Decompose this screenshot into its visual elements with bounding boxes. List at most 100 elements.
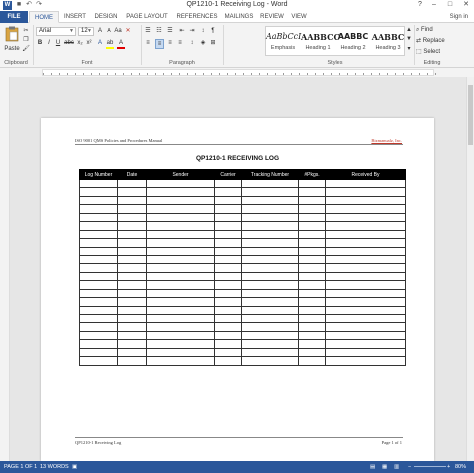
- table-cell[interactable]: [117, 305, 147, 316]
- table-cell[interactable]: [325, 204, 406, 214]
- italic-icon[interactable]: I: [45, 39, 53, 47]
- table-cell[interactable]: [298, 305, 326, 316]
- table-cell[interactable]: [79, 178, 118, 189]
- table-cell[interactable]: [117, 263, 147, 273]
- style-heading-1[interactable]: AABBCC Heading 1: [301, 27, 340, 55]
- table-cell[interactable]: [117, 347, 147, 358]
- table-cell[interactable]: [146, 187, 215, 197]
- table-cell[interactable]: [241, 313, 299, 324]
- table-cell[interactable]: [298, 195, 326, 206]
- table-cell[interactable]: [117, 221, 147, 231]
- table-cell[interactable]: [79, 238, 118, 248]
- table-cell[interactable]: [214, 339, 242, 349]
- table-cell[interactable]: [79, 288, 118, 299]
- maximize-button[interactable]: □: [444, 0, 456, 10]
- cut-icon[interactable]: ✂: [22, 27, 30, 35]
- table-cell[interactable]: [325, 271, 406, 282]
- table-cell[interactable]: [146, 356, 215, 366]
- align-left-icon[interactable]: ≡: [144, 39, 152, 47]
- table-cell[interactable]: [79, 263, 118, 273]
- table-cell[interactable]: [298, 356, 326, 366]
- table-cell[interactable]: [241, 263, 299, 273]
- table-cell[interactable]: [117, 322, 147, 332]
- web-layout-icon[interactable]: ▥: [394, 461, 399, 473]
- styles-more-icon[interactable]: ▾: [406, 45, 412, 53]
- bold-icon[interactable]: B: [36, 39, 44, 47]
- table-cell[interactable]: [117, 356, 147, 366]
- table-cell[interactable]: [214, 305, 242, 316]
- strikethrough-icon[interactable]: abc: [64, 39, 74, 47]
- table-cell[interactable]: [117, 339, 147, 349]
- table-cell[interactable]: [241, 347, 299, 358]
- table-cell[interactable]: [117, 178, 147, 189]
- bullets-icon[interactable]: ☰: [144, 27, 152, 35]
- sort-icon[interactable]: ↕: [199, 27, 207, 35]
- table-cell[interactable]: [241, 221, 299, 231]
- table-cell[interactable]: [298, 204, 326, 214]
- zoom-out-icon[interactable]: −: [408, 461, 411, 473]
- table-cell[interactable]: [214, 221, 242, 231]
- table-cell[interactable]: [298, 238, 326, 248]
- table-cell[interactable]: [325, 178, 406, 189]
- word-count-status[interactable]: 13 WORDS: [40, 461, 69, 473]
- table-cell[interactable]: [325, 356, 406, 366]
- table-cell[interactable]: [117, 288, 147, 299]
- line-spacing-icon[interactable]: ↕: [188, 39, 196, 47]
- table-cell[interactable]: [146, 204, 215, 214]
- borders-icon[interactable]: ⊞: [209, 39, 217, 47]
- table-cell[interactable]: [214, 322, 242, 332]
- increase-indent-icon[interactable]: ⇥: [188, 27, 196, 35]
- table-cell[interactable]: [241, 339, 299, 349]
- table-cell[interactable]: [214, 313, 242, 324]
- table-cell[interactable]: [214, 178, 242, 189]
- font-size-combo[interactable]: 12 ▼: [78, 27, 94, 36]
- decrease-indent-icon[interactable]: ⇤: [178, 27, 186, 35]
- table-cell[interactable]: [298, 229, 326, 240]
- replace-button[interactable]: ⇄ Replace: [416, 37, 456, 45]
- table-cell[interactable]: [298, 313, 326, 324]
- align-center-icon[interactable]: ≡: [155, 39, 164, 49]
- minimize-button[interactable]: –: [428, 0, 440, 10]
- table-cell[interactable]: [298, 178, 326, 189]
- style-heading-3[interactable]: AABBC Heading 3: [371, 27, 405, 55]
- table-cell[interactable]: [298, 280, 326, 290]
- table-cell[interactable]: [146, 347, 215, 358]
- table-cell[interactable]: [79, 254, 118, 265]
- table-cell[interactable]: [241, 305, 299, 316]
- table-cell[interactable]: [325, 330, 406, 341]
- styles-scroll-up-icon[interactable]: ▲: [406, 26, 412, 34]
- table-cell[interactable]: [117, 254, 147, 265]
- show-formatting-icon[interactable]: ¶: [209, 27, 217, 35]
- table-cell[interactable]: [117, 271, 147, 282]
- table-cell[interactable]: [325, 305, 406, 316]
- table-cell[interactable]: [146, 195, 215, 206]
- table-cell[interactable]: [298, 246, 326, 256]
- table-cell[interactable]: [214, 204, 242, 214]
- shading-icon[interactable]: ◈: [199, 39, 207, 47]
- table-cell[interactable]: [214, 212, 242, 223]
- table-cell[interactable]: [325, 313, 406, 324]
- table-cell[interactable]: [241, 195, 299, 206]
- table-cell[interactable]: [325, 195, 406, 206]
- table-cell[interactable]: [241, 322, 299, 332]
- select-button[interactable]: ⬚ Select: [416, 48, 450, 56]
- table-cell[interactable]: [79, 305, 118, 316]
- table-cell[interactable]: [298, 212, 326, 223]
- underline-icon[interactable]: U: [54, 39, 62, 47]
- help-button[interactable]: ?: [414, 0, 426, 10]
- read-mode-icon[interactable]: ▤: [370, 461, 375, 473]
- clear-format-icon[interactable]: ✕: [124, 27, 132, 35]
- table-cell[interactable]: [146, 330, 215, 341]
- table-cell[interactable]: [325, 280, 406, 290]
- find-button[interactable]: ⌕ Find: [416, 26, 450, 34]
- table-cell[interactable]: [241, 204, 299, 214]
- table-cell[interactable]: [117, 212, 147, 223]
- table-cell[interactable]: [325, 263, 406, 273]
- table-cell[interactable]: [79, 297, 118, 307]
- table-cell[interactable]: [117, 280, 147, 290]
- style-emphasis[interactable]: AaBbCcI Emphasis: [266, 27, 301, 55]
- tab-insert[interactable]: INSERT: [61, 11, 89, 23]
- table-cell[interactable]: [146, 339, 215, 349]
- numbering-icon[interactable]: ☷: [155, 27, 163, 35]
- zoom-level[interactable]: 80%: [455, 461, 466, 473]
